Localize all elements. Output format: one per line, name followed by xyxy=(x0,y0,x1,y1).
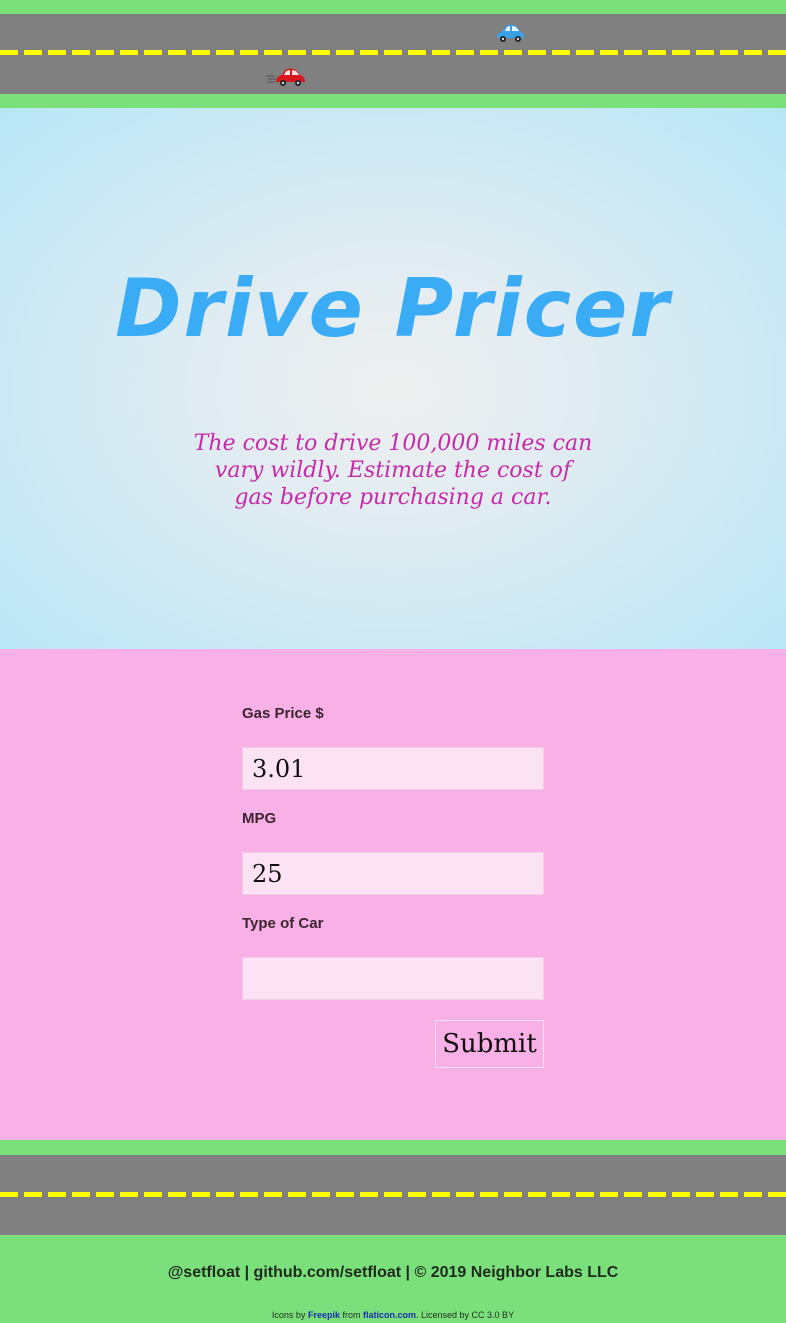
top-road xyxy=(0,14,786,94)
gas-price-input[interactable] xyxy=(242,747,544,790)
bottom-lane-line xyxy=(0,1192,786,1197)
flaticon-link[interactable]: flaticon.com xyxy=(363,1310,416,1320)
footer-icon-attribution: Icons by Freepik from flaticon.com. Lice… xyxy=(0,1310,786,1320)
hero-section xyxy=(0,108,786,649)
license-text: . Licensed by CC 3.0 BY xyxy=(416,1310,515,1320)
gas-price-label: Gas Price $ xyxy=(242,705,324,722)
mpg-label: MPG xyxy=(242,810,277,827)
bottom-road xyxy=(0,1155,786,1235)
blue-car-icon xyxy=(497,24,524,42)
top-grass-strip xyxy=(0,0,786,14)
freepik-link[interactable]: Freepik xyxy=(308,1310,340,1320)
top-grass-strip-bottom xyxy=(0,94,786,108)
car-type-input[interactable] xyxy=(242,957,544,1000)
icons-prefix-text: Icons by xyxy=(271,1310,306,1320)
footer-credit: @setfloat | github.com/setfloat | © 2019… xyxy=(167,1264,619,1281)
bottom-grass-strip xyxy=(0,1140,786,1155)
mpg-input[interactable] xyxy=(242,852,544,895)
red-car-icon xyxy=(266,68,305,86)
car-type-label: Type of Car xyxy=(242,915,324,932)
page-title: Drive Pricer xyxy=(115,262,671,355)
from-text: from xyxy=(342,1310,361,1320)
submit-button[interactable]: Submit xyxy=(435,1020,544,1068)
hero-subtitle: The cost to drive 100,000 miles can vary… xyxy=(193,431,593,510)
top-lane-line xyxy=(0,50,786,55)
